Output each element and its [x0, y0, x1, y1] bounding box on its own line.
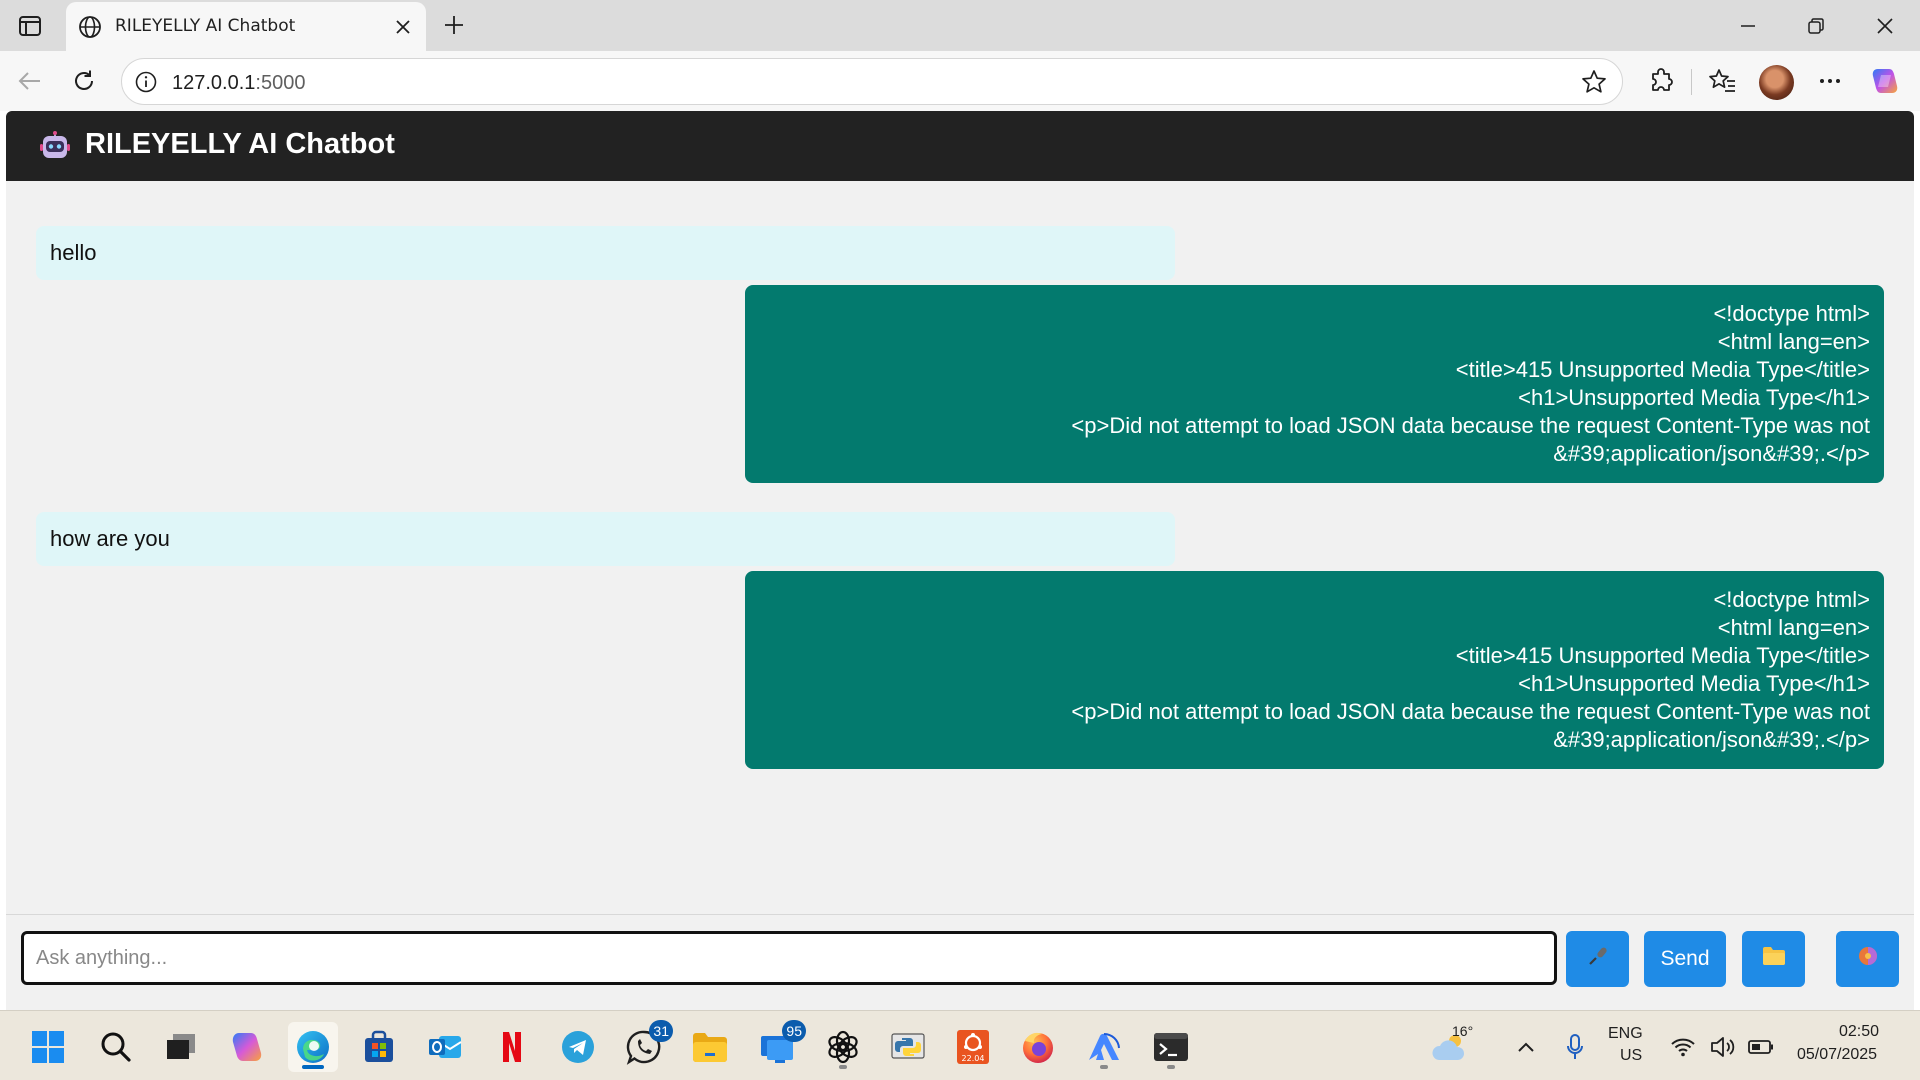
microphone-tray-icon[interactable] — [1550, 1022, 1600, 1072]
new-tab-icon[interactable] — [437, 8, 471, 42]
address-bar[interactable]: 127.0.0.1:5000 — [121, 58, 1623, 105]
user-message: how are you — [36, 512, 1175, 566]
orb-icon — [1857, 945, 1879, 973]
chevron-up-icon[interactable] — [1501, 1022, 1551, 1072]
running-indicator — [839, 1065, 847, 1069]
volume-icon[interactable] — [1703, 1022, 1743, 1072]
clock-time[interactable]: 02:50 — [1839, 1023, 1879, 1041]
store-badge: 95 — [782, 1020, 806, 1042]
profile-avatar[interactable] — [1759, 65, 1794, 100]
copilot-app-icon[interactable] — [222, 1022, 272, 1072]
outlook-icon[interactable] — [420, 1022, 470, 1072]
back-arrow-icon[interactable] — [10, 61, 50, 101]
browser-toolbar: 127.0.0.1:5000 — [0, 51, 1920, 111]
close-window-icon[interactable] — [1857, 6, 1913, 46]
battery-icon[interactable] — [1741, 1022, 1781, 1072]
terminal-icon[interactable] — [1146, 1022, 1196, 1072]
bot-message-line: <!doctype html> — [1713, 301, 1870, 326]
python-icon[interactable] — [883, 1022, 933, 1072]
copilot-icon[interactable] — [1867, 63, 1903, 99]
language-code[interactable]: ENG — [1608, 1025, 1643, 1043]
chat-input[interactable] — [21, 931, 1557, 985]
ubuntu-icon[interactable]: 22.04 — [948, 1022, 998, 1072]
language-region[interactable]: US — [1620, 1047, 1642, 1065]
running-indicator — [1100, 1065, 1108, 1069]
reload-icon[interactable] — [64, 61, 104, 101]
favorite-star-icon[interactable] — [1580, 68, 1608, 96]
search-icon[interactable] — [91, 1022, 141, 1072]
minimize-icon[interactable] — [1720, 6, 1776, 46]
upload-button[interactable] — [1742, 931, 1805, 987]
site-info-icon[interactable] — [134, 70, 158, 94]
restore-icon[interactable] — [1788, 6, 1844, 46]
favorites-icon[interactable] — [1704, 63, 1740, 99]
send-button[interactable]: Send — [1644, 931, 1726, 987]
whatsapp-badge: 31 — [649, 1020, 673, 1042]
bot-message-line: <title>415 Unsupported Media Type</title… — [1455, 643, 1870, 668]
app-title: RILEYELLY AI Chatbot — [85, 128, 395, 160]
bot-message: <!doctype html> <html lang=en> <title>41… — [745, 571, 1884, 769]
app-header: RILEYELLY AI Chatbot — [6, 111, 1914, 181]
active-indicator — [302, 1065, 324, 1069]
toolbar-divider — [1691, 69, 1692, 95]
bot-message-line: <title>415 Unsupported Media Type</title… — [1455, 357, 1870, 382]
whatsapp-icon[interactable]: 31 — [619, 1020, 673, 1072]
robot-icon — [40, 131, 70, 161]
browser-tab[interactable]: RILEYELLY AI Chatbot — [66, 2, 426, 51]
tab-title: RILEYELLY AI Chatbot — [115, 16, 296, 36]
bot-message-line: <p>Did not attempt to load JSON data bec… — [1071, 699, 1870, 724]
more-options-icon[interactable] — [1812, 63, 1848, 99]
wifi-icon[interactable] — [1663, 1022, 1703, 1072]
microsoft-store-icon[interactable] — [354, 1022, 404, 1072]
extensions-icon[interactable] — [1643, 63, 1679, 99]
netflix-icon[interactable] — [487, 1022, 537, 1072]
url-text: 127.0.0.1:5000 — [172, 72, 305, 95]
message-composer: Send — [6, 914, 1914, 1010]
file-explorer-icon[interactable] — [685, 1022, 735, 1072]
bot-message-line: &#39;application/json&#39;.</p> — [1553, 727, 1870, 752]
bot-message-line: <h1>Unsupported Media Type</h1> — [1518, 385, 1870, 410]
bot-message: <!doctype html> <html lang=en> <title>41… — [745, 285, 1884, 483]
clock-date[interactable]: 05/07/2025 — [1797, 1046, 1877, 1064]
edge-browser-icon[interactable] — [288, 1022, 338, 1072]
chatgpt-icon[interactable] — [818, 1022, 868, 1072]
globe-icon — [78, 15, 102, 39]
folder-icon — [1761, 945, 1787, 973]
bot-message-line: <p>Did not attempt to load JSON data bec… — [1071, 413, 1870, 438]
microphone-icon — [1586, 944, 1610, 974]
task-view-icon[interactable] — [156, 1022, 206, 1072]
user-message: hello — [36, 226, 1175, 280]
url-host: 127.0.0.1 — [172, 72, 256, 94]
bot-message-line: &#39;application/json&#39;.</p> — [1553, 441, 1870, 466]
tab-actions-icon[interactable] — [14, 10, 46, 42]
url-port: :5000 — [255, 72, 306, 94]
page-viewport: RILEYELLY AI Chatbot hello <!doctype htm… — [6, 111, 1914, 1010]
telegram-icon[interactable] — [553, 1022, 603, 1072]
bot-message-line: <html lang=en> — [1717, 615, 1870, 640]
nordvpn-icon[interactable] — [1079, 1022, 1129, 1072]
microphone-button[interactable] — [1566, 931, 1629, 987]
remote-desktop-icon[interactable]: 95 — [752, 1020, 806, 1072]
browser-tab-strip: RILEYELLY AI Chatbot — [0, 0, 1920, 51]
weather-temperature: 16° — [1452, 1023, 1474, 1039]
taskbar: 31 95 22.04 16° ENG US 02:50 05/07/2025 — [0, 1010, 1920, 1080]
extra-action-button[interactable] — [1836, 931, 1899, 987]
bot-message-line: <!doctype html> — [1713, 587, 1870, 612]
running-indicator — [1167, 1065, 1175, 1069]
ubuntu-version: 22.04 — [962, 1054, 985, 1063]
windows-start-icon[interactable] — [23, 1022, 73, 1072]
close-tab-icon[interactable] — [388, 12, 418, 42]
firefox-icon[interactable] — [1013, 1022, 1063, 1072]
bot-message-line: <html lang=en> — [1717, 329, 1870, 354]
chat-history[interactable]: hello <!doctype html> <html lang=en> <ti… — [6, 181, 1914, 914]
bot-message-line: <h1>Unsupported Media Type</h1> — [1518, 671, 1870, 696]
